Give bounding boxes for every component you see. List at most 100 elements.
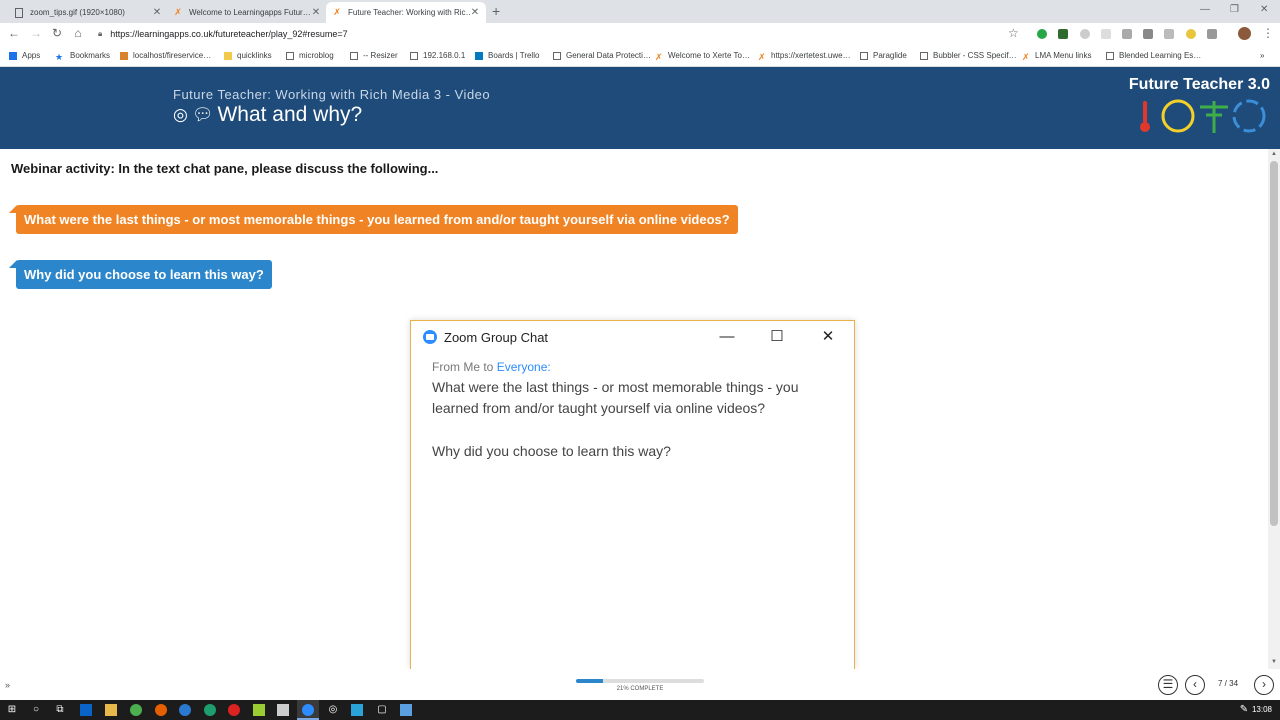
- minimize-window-button[interactable]: —: [1200, 4, 1210, 15]
- progress-bar: [576, 679, 704, 683]
- scroll-down-icon[interactable]: ▼: [1271, 659, 1277, 665]
- progress-label: 21% COMPLETE: [616, 686, 664, 692]
- outlook-icon[interactable]: [80, 704, 92, 716]
- more-bookmarks-icon[interactable]: »: [1260, 51, 1264, 60]
- extension-icon[interactable]: [1207, 29, 1217, 39]
- firefox-icon[interactable]: [155, 704, 167, 716]
- bookmark-gdpr[interactable]: General Data Protecti…: [553, 51, 651, 60]
- chat-recipient: Everyone:: [496, 360, 551, 374]
- profile-avatar[interactable]: [1238, 27, 1251, 40]
- scrollbar-thumb[interactable]: [1270, 161, 1278, 526]
- next-page-button[interactable]: ›: [1254, 675, 1274, 695]
- expand-chevron-icon[interactable]: »: [5, 680, 10, 690]
- bookmark-router[interactable]: 192.168.0.1: [410, 51, 465, 60]
- tab-learningapps[interactable]: ✗ Welcome to Learningapps Futur… ✕: [167, 2, 327, 23]
- task-view-icon[interactable]: ⧉: [54, 704, 66, 716]
- app-icon[interactable]: ▢: [376, 704, 388, 716]
- bookmark-star-icon[interactable]: ☆: [1008, 26, 1019, 40]
- extension-icon[interactable]: [1080, 29, 1090, 39]
- back-icon[interactable]: ←: [6, 26, 22, 40]
- opera-icon[interactable]: [228, 704, 240, 716]
- progress-fill: [576, 679, 603, 683]
- extension-icon[interactable]: [1101, 29, 1111, 39]
- chat-message: What were the last things - or most memo…: [432, 379, 799, 416]
- xerte-icon: ✗: [758, 51, 766, 62]
- bookmark-xertetest[interactable]: ✗ https://xertetest.uwe…: [758, 51, 851, 62]
- xerte-icon: ✗: [174, 7, 182, 17]
- page-counter: 7 / 34: [1218, 679, 1239, 688]
- bookmark-apps[interactable]: Apps: [9, 51, 40, 60]
- page-icon: [553, 51, 561, 60]
- address-bar[interactable]: 🔒︎ https://learningapps.co.uk/futureteac…: [98, 25, 1028, 43]
- extension-icon[interactable]: [1164, 29, 1174, 39]
- minimize-icon: —: [719, 328, 735, 345]
- page-icon: [920, 51, 928, 60]
- new-tab-button[interactable]: +: [492, 3, 500, 19]
- tab-close-icon[interactable]: ✕: [470, 7, 480, 18]
- edge-icon[interactable]: [179, 704, 191, 716]
- zoom-logo-icon: [423, 330, 437, 344]
- bookmark-localhost[interactable]: localhost/fireservice…: [120, 51, 211, 60]
- bookmark-quicklinks[interactable]: quicklinks: [224, 51, 272, 60]
- bookmark-lma[interactable]: ✗ LMA Menu links: [1022, 51, 1091, 62]
- page-title: What and why?: [217, 103, 363, 126]
- tab-title: Welcome to Learningapps Futur…: [189, 8, 311, 17]
- page-icon: [286, 51, 294, 60]
- tab-future-teacher[interactable]: ✗ Future Teacher: Working with Ric… ✕: [326, 2, 486, 23]
- taskbar-clock: 13:08: [1251, 705, 1272, 714]
- tab-zoom-tips[interactable]: zoom_tips.gif (1920×1080) ✕: [8, 2, 168, 23]
- bookmark-microblog[interactable]: microblog: [286, 51, 334, 60]
- extension-icon[interactable]: [1186, 29, 1196, 39]
- page-icon: [350, 51, 358, 60]
- search-icon[interactable]: ○: [30, 704, 42, 716]
- bookmark-resizer[interactable]: -- Resizer: [350, 51, 398, 60]
- table-of-contents-button[interactable]: ☰: [1158, 675, 1178, 695]
- extension-icon[interactable]: [1037, 29, 1047, 39]
- pen-icon[interactable]: ✎: [1238, 704, 1250, 716]
- page-scrollbar[interactable]: ▲ ▼: [1268, 149, 1280, 669]
- activity-instruction: Webinar activity: In the text chat pane,…: [11, 161, 439, 176]
- close-window-button[interactable]: ✕: [1260, 4, 1268, 15]
- bookmark-trello[interactable]: Boards | Trello: [475, 51, 539, 60]
- page-icon: [1106, 51, 1114, 60]
- bookmark-bookmarks[interactable]: ★ Bookmarks: [55, 51, 110, 62]
- page-icon: [410, 51, 418, 60]
- bookmark-bubbler[interactable]: Bubbler - CSS Specif…: [920, 51, 1017, 60]
- app-icon[interactable]: [351, 704, 363, 716]
- tab-close-icon[interactable]: ✕: [311, 7, 321, 18]
- scroll-up-icon[interactable]: ▲: [1271, 151, 1277, 157]
- store-icon[interactable]: [277, 704, 289, 716]
- extension-icon[interactable]: [1143, 29, 1153, 39]
- page-icon: [860, 51, 868, 60]
- trello-icon: [475, 51, 483, 60]
- question-bubble-1: What were the last things - or most memo…: [9, 205, 738, 234]
- folder-icon: [224, 51, 232, 60]
- browser-tab-bar: zoom_tips.gif (1920×1080) ✕ ✗ Welcome to…: [0, 0, 1280, 23]
- tab-title: zoom_tips.gif (1920×1080): [30, 8, 125, 17]
- menu-kebab-icon[interactable]: ⋮: [1260, 26, 1276, 40]
- tab-close-icon[interactable]: ✕: [152, 7, 162, 18]
- bookmark-blended[interactable]: Blended Learning Es…: [1106, 51, 1201, 60]
- tab-title: Future Teacher: Working with Ric…: [348, 8, 470, 17]
- reload-icon[interactable]: ↻: [49, 26, 65, 40]
- star-icon: ★: [55, 51, 64, 62]
- extension-icon[interactable]: [1122, 29, 1132, 39]
- bookmark-paraglide[interactable]: Paraglide: [860, 51, 907, 60]
- app-icon[interactable]: [400, 704, 412, 716]
- file-explorer-icon[interactable]: [105, 704, 117, 716]
- chrome-icon[interactable]: [130, 704, 142, 716]
- chat-sender-line: From Me to Everyone:: [432, 360, 551, 374]
- previous-page-button[interactable]: ‹: [1185, 675, 1205, 695]
- bookmark-xerte[interactable]: ✗ Welcome to Xerte To…: [655, 51, 750, 62]
- edge-beta-icon[interactable]: [204, 704, 216, 716]
- xerte-icon: ✗: [1022, 51, 1030, 62]
- notepad-icon[interactable]: [253, 704, 265, 716]
- settings-icon[interactable]: ◎: [327, 704, 339, 716]
- windows-start-icon[interactable]: ⊞: [6, 704, 18, 716]
- zoom-taskbar-icon[interactable]: [302, 704, 314, 716]
- module-subtitle: Future Teacher: Working with Rich Media …: [173, 87, 491, 102]
- forward-icon[interactable]: →: [28, 26, 44, 40]
- home-icon[interactable]: ⌂: [70, 26, 86, 40]
- extension-icon[interactable]: [1058, 29, 1068, 39]
- restore-window-button[interactable]: ❐: [1230, 4, 1239, 15]
